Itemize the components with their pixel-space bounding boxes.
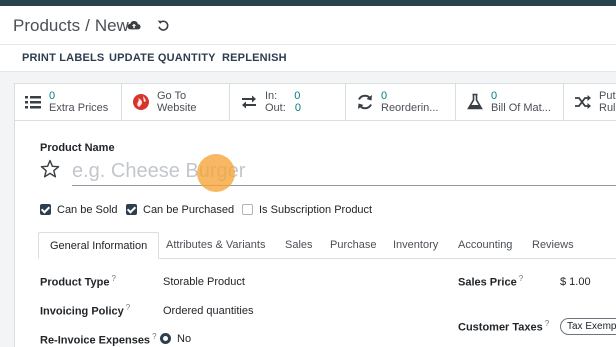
breadcrumb: Products / New xyxy=(13,16,129,36)
product-type-label: Product Type? xyxy=(40,274,116,289)
can-be-sold-label: Can be Sold xyxy=(57,204,118,216)
tab-purchase[interactable]: Purchase xyxy=(330,232,376,259)
help-icon[interactable]: ? xyxy=(126,303,130,312)
refresh-icon xyxy=(358,94,372,110)
smart-button-box: 0 Extra Prices Go To Website In: 0 Out: 0 … xyxy=(14,83,616,121)
website-line2: Website xyxy=(157,102,197,114)
putaway-rules-button[interactable]: PutawRules xyxy=(564,83,616,120)
shuffle-icon xyxy=(575,95,591,109)
reordering-count: 0 xyxy=(381,90,388,102)
help-icon[interactable]: ? xyxy=(545,319,549,328)
bill-of-materials-button[interactable]: 0 Bill Of Mat... xyxy=(456,83,564,120)
reinvoice-expenses-label: Re-Invoice Expenses? xyxy=(40,332,157,347)
tab-accounting[interactable]: Accounting xyxy=(458,232,512,259)
reinvoice-no-option[interactable]: No xyxy=(160,333,191,345)
putaway-line2: Rules xyxy=(599,102,616,114)
can-be-purchased-checkbox[interactable]: Can be Purchased xyxy=(126,204,234,216)
help-icon[interactable]: ? xyxy=(152,332,156,341)
sales-price-label: Sales Price? xyxy=(458,274,524,289)
product-type-select[interactable]: Storable Product xyxy=(163,276,245,288)
in-label: In: xyxy=(265,90,278,102)
mouse-cursor-highlight xyxy=(197,154,235,192)
out-count: 0 xyxy=(294,102,301,114)
help-icon[interactable]: ? xyxy=(111,274,115,283)
replenish-button[interactable]: REPLENISH xyxy=(222,52,287,64)
invoicing-policy-radio[interactable]: Ordered quantities xyxy=(163,305,254,317)
go-to-website-button[interactable]: Go To Website xyxy=(122,83,230,120)
subscription-check-icon[interactable] xyxy=(242,204,253,215)
extra-prices-button[interactable]: 0 Extra Prices xyxy=(14,83,122,120)
cloud-upload-icon[interactable] xyxy=(127,18,141,32)
in-out-button[interactable]: In: 0 Out: 0 xyxy=(230,83,346,120)
radio-selected-icon[interactable] xyxy=(160,333,171,344)
action-bar: PRINT LABELS UPDATE QUANTITY REPLENISH xyxy=(0,44,616,72)
website-line1: Go To xyxy=(157,90,187,102)
bom-count: 0 xyxy=(491,90,498,102)
subscription-label: Is Subscription Product xyxy=(259,204,373,216)
extra-prices-count: 0 xyxy=(49,90,56,102)
subscription-checkbox[interactable]: Is Subscription Product xyxy=(242,204,372,216)
tab-inventory[interactable]: Inventory xyxy=(393,232,438,259)
reordering-rules-button[interactable]: 0 Reorderin... xyxy=(346,83,456,120)
product-name-label: Product Name xyxy=(40,142,115,154)
breadcrumb-products-link[interactable]: Products xyxy=(13,16,80,35)
product-name-input[interactable] xyxy=(72,158,616,186)
bom-label: Bill Of Mat... xyxy=(491,102,551,114)
favorite-star-icon[interactable] xyxy=(40,159,60,179)
can-be-purchased-check-icon[interactable] xyxy=(126,204,137,215)
print-labels-button[interactable]: PRINT LABELS xyxy=(22,52,104,64)
control-panel: Products / New xyxy=(0,6,616,44)
breadcrumb-current: New xyxy=(94,16,129,35)
out-label: Out: xyxy=(265,102,286,114)
flask-icon xyxy=(467,93,483,110)
breadcrumb-separator: / xyxy=(85,16,90,35)
reordering-label: Reorderin... xyxy=(381,102,439,114)
can-be-purchased-label: Can be Purchased xyxy=(143,204,235,216)
globe-icon xyxy=(133,94,149,110)
tab-general-information[interactable]: General Information xyxy=(38,232,160,259)
tab-sales[interactable]: Sales xyxy=(285,232,313,259)
exchange-icon xyxy=(242,95,256,109)
can-be-sold-checkbox[interactable]: Can be Sold xyxy=(40,204,118,216)
extra-prices-label: Extra Prices xyxy=(49,102,109,114)
list-icon xyxy=(25,96,41,109)
update-quantity-button[interactable]: UPDATE QUANTITY xyxy=(109,52,216,64)
customer-taxes-label: Customer Taxes? xyxy=(458,319,550,334)
notebook-tabs: General Information Attributes & Variant… xyxy=(38,232,616,259)
tab-reviews[interactable]: Reviews xyxy=(532,232,574,259)
in-count: 0 xyxy=(294,90,301,102)
can-be-sold-check-icon[interactable] xyxy=(40,204,51,215)
help-icon[interactable]: ? xyxy=(519,274,523,283)
tab-attributes-variants[interactable]: Attributes & Variants xyxy=(166,232,265,259)
sales-price-input[interactable]: $ 1.00 xyxy=(560,276,591,288)
putaway-line1: Putaw xyxy=(599,90,616,102)
invoicing-policy-label: Invoicing Policy? xyxy=(40,303,131,318)
tax-exempt-tag[interactable]: Tax Exempt xyxy=(560,318,616,335)
undo-icon[interactable] xyxy=(156,18,170,32)
